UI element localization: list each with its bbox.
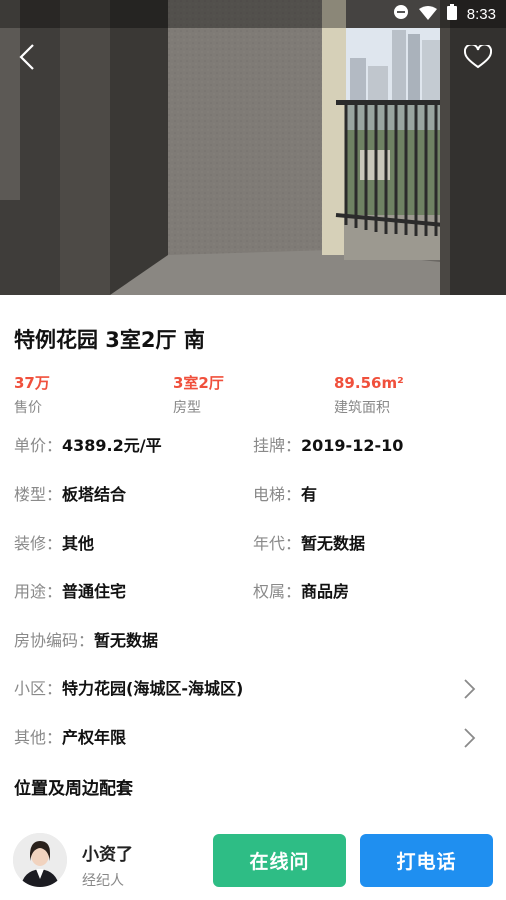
property-photo-scene	[0, 0, 506, 295]
other-row[interactable]: 其他：产权年限	[14, 726, 492, 750]
other-value: 产权年限	[62, 728, 127, 747]
layout-value: 3室2厅	[173, 374, 224, 392]
year-value: 暂无数据	[301, 534, 366, 553]
elevator-value: 有	[301, 485, 318, 504]
agent-name: 小资了	[82, 845, 133, 865]
agent-photo	[13, 833, 67, 887]
assoc-code-key: 房协编码：	[14, 631, 95, 650]
assoc-code-value: 暂无数据	[94, 631, 159, 650]
call-button[interactable]: 打电话	[360, 834, 493, 887]
area-value: 89.56m²	[334, 374, 404, 392]
ownership-key: 权属：	[253, 582, 302, 601]
listed-date-value: 2019-12-10	[301, 436, 404, 455]
heart-icon	[464, 45, 492, 69]
community-row[interactable]: 小区：特力花园(海城区-海城区)	[14, 677, 492, 701]
minus-circle-icon	[393, 4, 409, 24]
favorite-button[interactable]	[460, 40, 496, 74]
area-block: 89.56m² 建筑面积	[334, 372, 404, 418]
chevron-right-icon	[464, 679, 476, 699]
price-block: 37万 售价	[14, 372, 50, 418]
battery-icon	[446, 4, 457, 24]
price-value: 37万	[14, 374, 50, 392]
listing-title: 特例花园 3室2厅 南	[14, 328, 205, 352]
building-type-key: 楼型：	[14, 485, 63, 504]
elevator-key: 电梯：	[253, 485, 302, 504]
status-time: 8:33	[466, 5, 496, 23]
usage-row: 用途：普通住宅	[14, 580, 126, 604]
avatar[interactable]	[13, 833, 67, 887]
chevron-right-icon	[464, 728, 476, 748]
area-label: 建筑面积	[334, 400, 390, 416]
chat-online-button[interactable]: 在线问	[213, 834, 346, 887]
unit-price-value: 4389.2元/平	[62, 436, 162, 455]
decoration-row: 装修：其他	[14, 532, 94, 556]
ownership-row: 权属：商品房	[253, 580, 349, 604]
listed-date-row: 挂牌：2019-12-10	[253, 434, 403, 458]
surroundings-title: 位置及周边配套	[14, 779, 133, 799]
elevator-row: 电梯：有	[253, 483, 317, 507]
community-value: 特力花园(海城区-海城区)	[62, 679, 244, 698]
layout-label: 房型	[173, 400, 201, 416]
listed-date-key: 挂牌：	[253, 436, 302, 455]
ownership-value: 商品房	[301, 582, 350, 601]
property-photo[interactable]: 8:33	[0, 0, 506, 295]
wifi-icon	[418, 5, 437, 24]
building-type-row: 楼型：板塔结合	[14, 483, 126, 507]
year-row: 年代：暂无数据	[253, 532, 365, 556]
agent-role: 经纪人	[82, 873, 124, 889]
unit-price-row: 单价：4389.2元/平	[14, 434, 162, 458]
status-bar: 8:33	[0, 0, 506, 28]
year-key: 年代：	[253, 534, 302, 553]
usage-value: 普通住宅	[62, 582, 127, 601]
chevron-left-icon	[19, 44, 34, 70]
building-type-value: 板塔结合	[62, 485, 127, 504]
decoration-value: 其他	[62, 534, 95, 553]
usage-key: 用途：	[14, 582, 63, 601]
assoc-code-row: 房协编码：暂无数据	[14, 629, 158, 653]
decoration-key: 装修：	[14, 534, 63, 553]
layout-block: 3室2厅 房型	[173, 372, 224, 418]
other-key: 其他：	[14, 728, 63, 747]
agent-bar: 小资了 经纪人 在线问 打电话	[0, 820, 506, 900]
unit-price-key: 单价：	[14, 436, 63, 455]
community-key: 小区：	[14, 679, 63, 698]
price-label: 售价	[14, 400, 42, 416]
back-button[interactable]	[10, 40, 44, 74]
